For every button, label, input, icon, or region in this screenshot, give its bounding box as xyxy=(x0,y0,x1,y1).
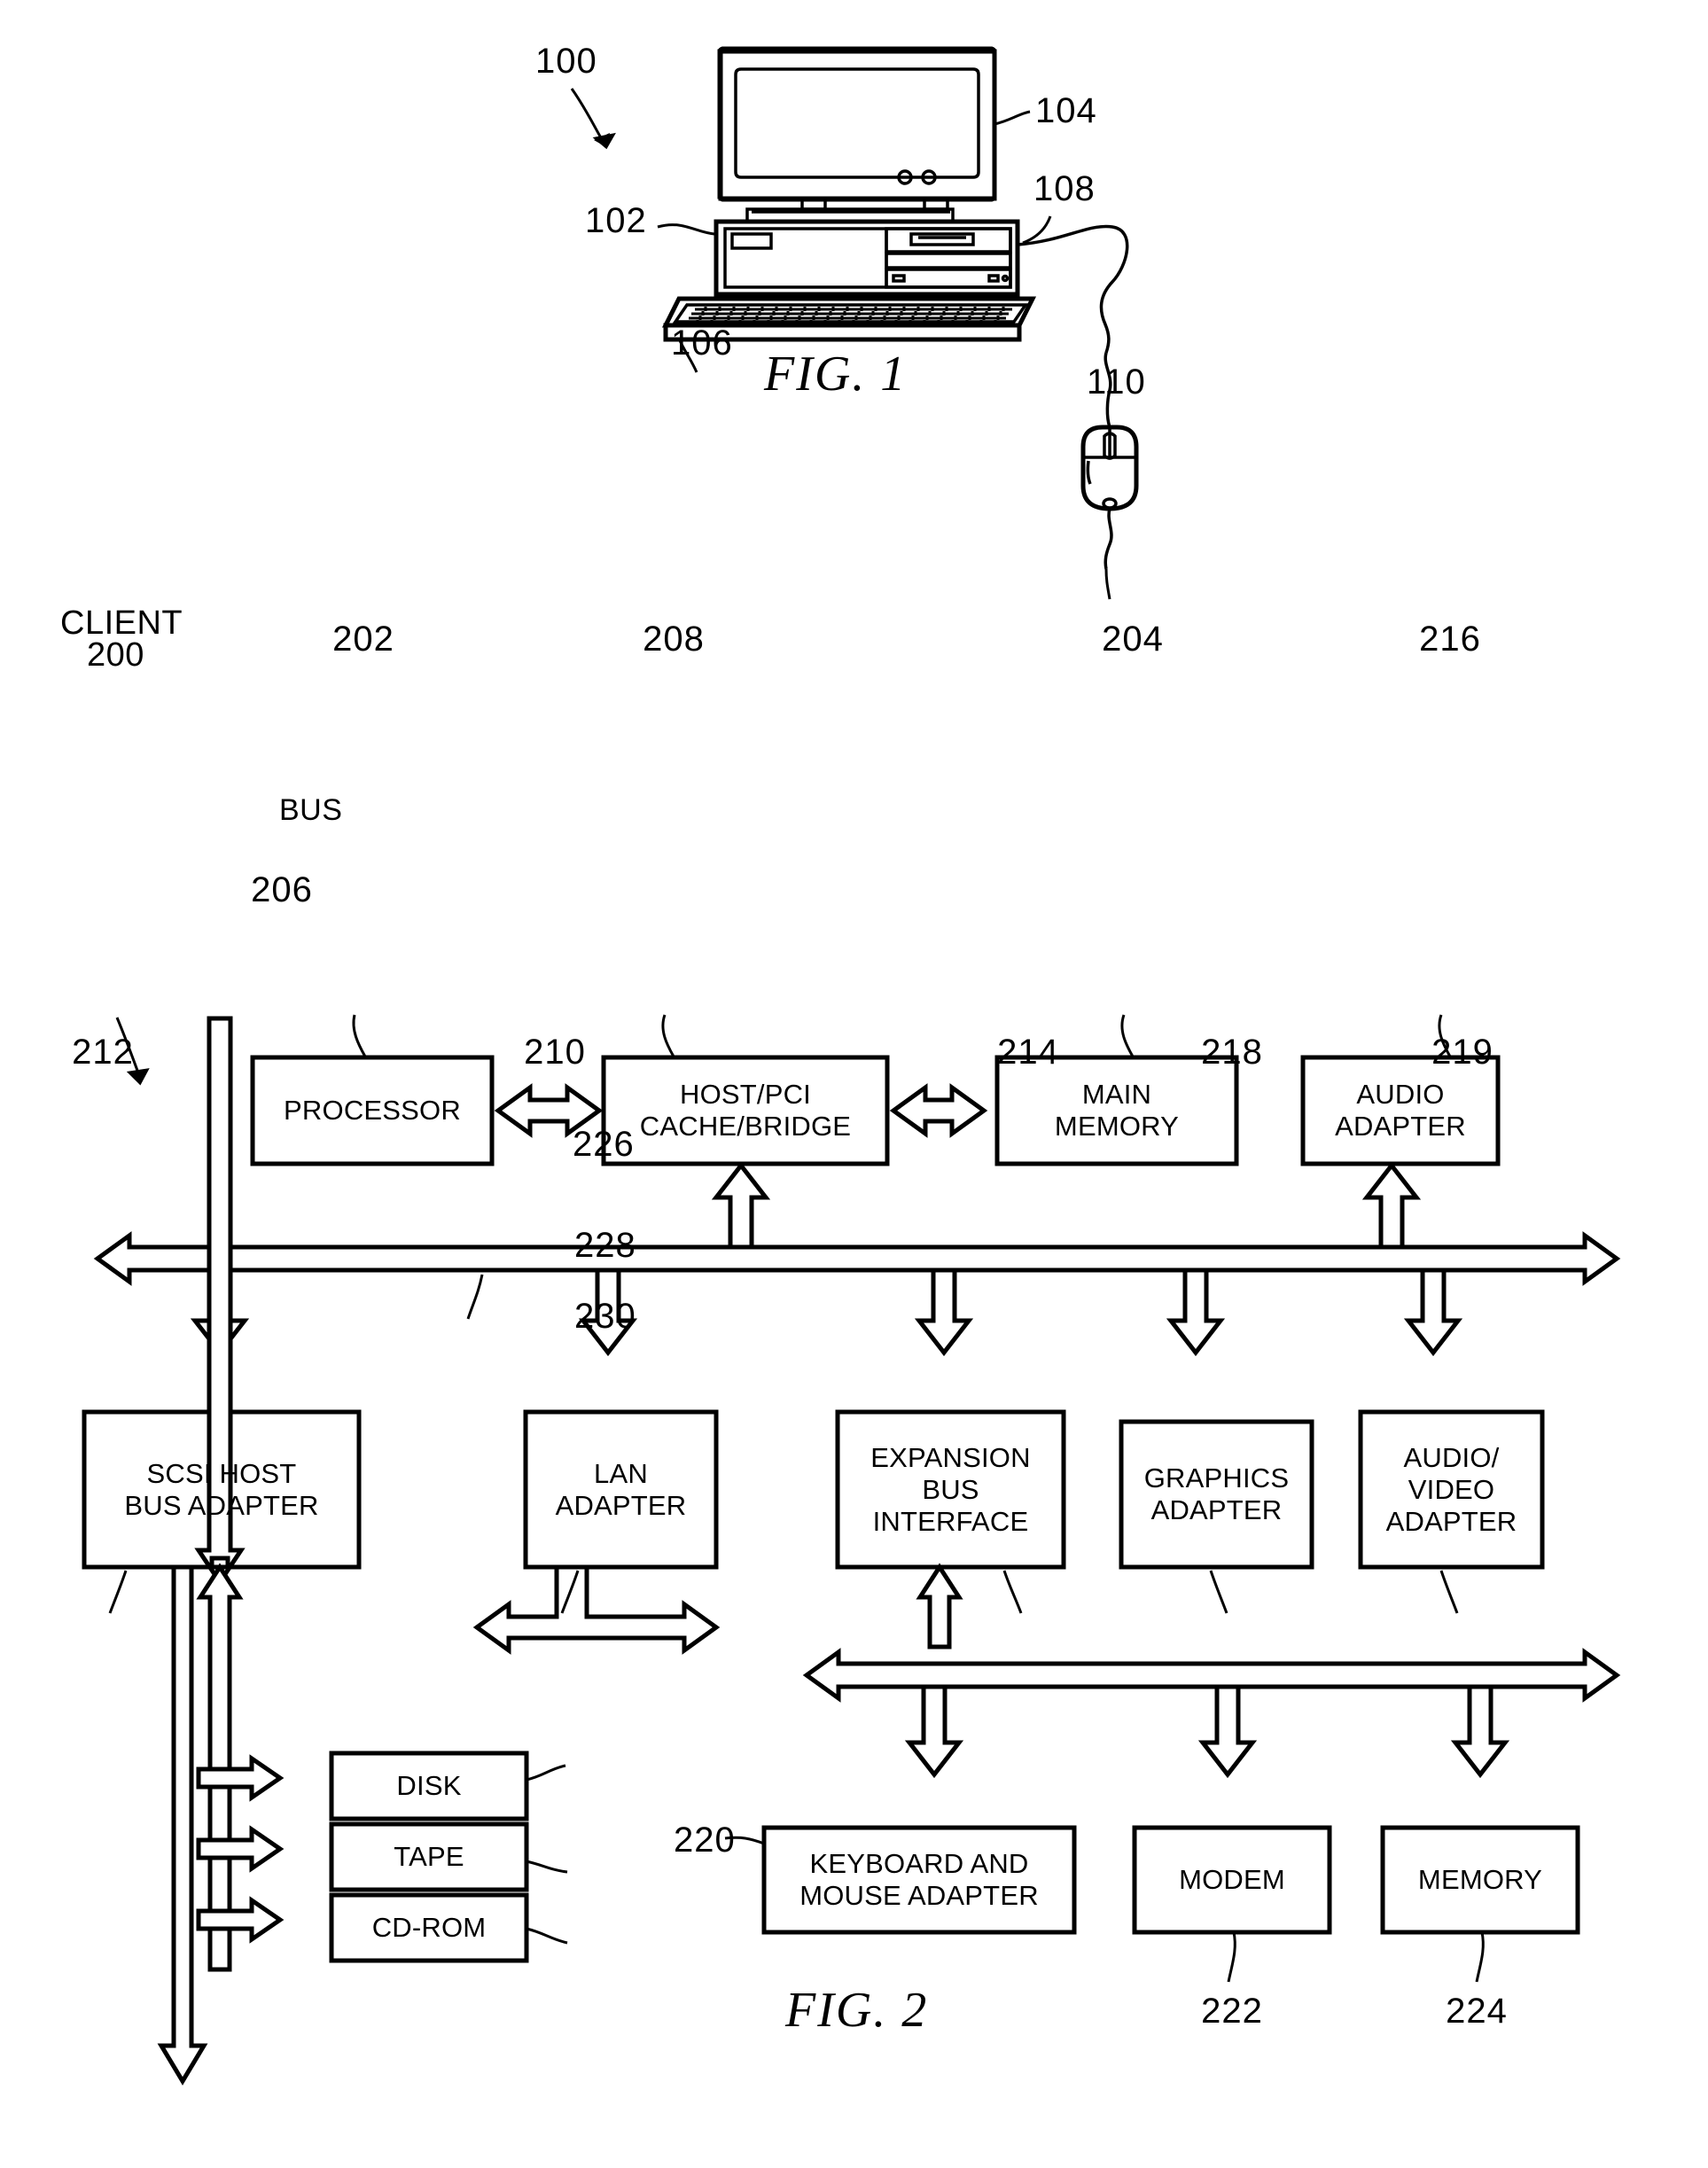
scsi-vertical-bus xyxy=(196,1556,244,1972)
box-cdrom xyxy=(329,1892,529,1963)
box-tape xyxy=(329,1821,529,1892)
box-graphics-adapter xyxy=(1119,1419,1314,1570)
fig1-ref-102: 102 xyxy=(585,201,647,240)
fig2-ref-218: 218 xyxy=(1201,1033,1263,1072)
box-memory xyxy=(1380,1825,1580,1935)
fig1-ref-108: 108 xyxy=(1033,169,1096,208)
box-expansion-bus-interface xyxy=(835,1409,1066,1570)
patent-drawing-sheet: .ln { fill:none; stroke:#000; stroke-wid… xyxy=(0,0,1708,2168)
fig2-ref-206: 206 xyxy=(251,870,313,909)
fig2-system-label-200: 200 xyxy=(87,636,144,674)
fig1-ref-110: 110 xyxy=(1087,363,1146,402)
bus-uplinks xyxy=(711,1161,1422,1250)
fig2-ref-202: 202 xyxy=(332,620,394,659)
fig2-block-diagram xyxy=(82,1014,1621,2086)
bus-downlinks xyxy=(190,1267,1463,1357)
fig2-ref-230: 230 xyxy=(574,1297,636,1336)
fig1-ref-106: 106 xyxy=(671,324,733,363)
box-main-memory xyxy=(994,1055,1239,1166)
expansion-up-arrow xyxy=(916,1563,963,1649)
expansion-downlinks xyxy=(904,1684,1510,1779)
fig2-ref-216: 216 xyxy=(1419,620,1481,659)
fig2-title: FIG. 2 xyxy=(785,1983,929,2038)
fig2-ref-222: 222 xyxy=(1201,1992,1263,2031)
lan-lower-bus xyxy=(472,1564,721,1655)
fig2-ref-219: 219 xyxy=(1431,1033,1494,1072)
box-lan-adapter xyxy=(523,1409,719,1570)
arrow-bridge-memory xyxy=(889,1083,988,1138)
box-processor xyxy=(250,1055,495,1166)
fig1-ref-100: 100 xyxy=(535,42,597,81)
mouse-cable xyxy=(1017,224,1129,354)
box-modem xyxy=(1132,1825,1332,1935)
fig2-ref-204: 204 xyxy=(1102,620,1164,659)
system-unit xyxy=(714,219,1020,297)
scsi-device-branches xyxy=(196,1754,285,1944)
fig2-ref-212: 212 xyxy=(72,1033,134,1072)
fig2-ref-228: 228 xyxy=(574,1226,636,1265)
fig2-bus-label: BUS xyxy=(279,793,343,827)
fig1-ref-104: 104 xyxy=(1035,91,1097,130)
monitor-stand xyxy=(745,197,955,223)
box-host-pci-cache-bridge xyxy=(601,1055,890,1166)
fig2-ref-220: 220 xyxy=(674,1821,736,1860)
fig1-computer-illustration xyxy=(570,46,1139,600)
fig2-ref-226: 226 xyxy=(573,1125,635,1164)
scsi-down-bus xyxy=(157,1564,208,2086)
box-audio-video-adapter xyxy=(1358,1409,1545,1570)
fig2-ref-224: 224 xyxy=(1446,1992,1508,2031)
box-disk xyxy=(329,1751,529,1821)
drawing-linework: .ln { fill:none; stroke:#000; stroke-wid… xyxy=(82,46,1621,2086)
box-keyboard-and-mouse-adapter xyxy=(761,1825,1077,1935)
fig1-title: FIG. 1 xyxy=(764,347,908,402)
fig2-ref-214: 214 xyxy=(997,1033,1059,1072)
fig2-ref-208: 208 xyxy=(643,620,705,659)
box-audio-adapter xyxy=(1300,1055,1501,1166)
fig2-ref-210: 210 xyxy=(524,1033,586,1072)
